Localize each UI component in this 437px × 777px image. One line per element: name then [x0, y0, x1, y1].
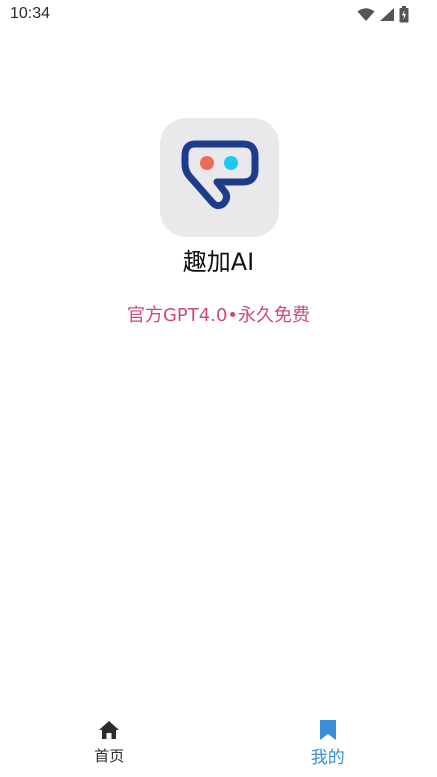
app-logo [160, 118, 279, 237]
chat-bubble-logo-icon [181, 140, 259, 216]
bookmark-icon [319, 719, 337, 741]
bottom-nav: 首页 我的 [0, 715, 437, 777]
nav-item-mine[interactable]: 我的 [219, 715, 437, 777]
nav-label-home: 首页 [94, 747, 125, 765]
home-icon [98, 719, 120, 741]
battery-icon [399, 6, 409, 27]
nav-item-home[interactable]: 首页 [0, 715, 219, 777]
signal-icon [379, 7, 395, 26]
wifi-icon [357, 7, 375, 26]
status-bar: 10:34 [0, 0, 437, 30]
status-icons [357, 6, 409, 27]
app-slogan: 官方GPT4.0•永久免费 [126, 305, 311, 326]
status-time: 10:34 [10, 5, 51, 22]
app-name: 趣加AI [182, 248, 255, 276]
nav-label-mine: 我的 [310, 748, 345, 768]
